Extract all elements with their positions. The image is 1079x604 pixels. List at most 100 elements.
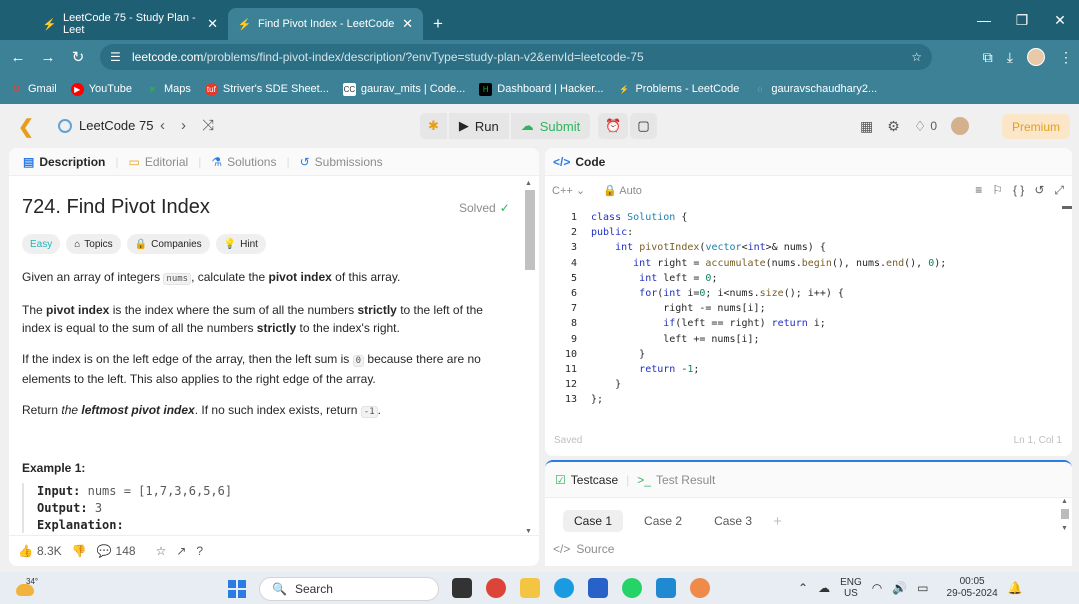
- line-text: int right = accumulate(nums.begin(), num…: [633, 257, 947, 269]
- prev-problem-icon[interactable]: ‹: [160, 117, 165, 134]
- back-icon[interactable]: ←: [3, 49, 33, 66]
- case-tab-3[interactable]: Case 3: [703, 510, 763, 532]
- tab-editorial[interactable]: ▭ Editorial: [122, 155, 194, 169]
- reload-icon[interactable]: ↻: [63, 48, 93, 66]
- scroll-down-icon[interactable]: ▼: [525, 528, 532, 535]
- description-scrollbar[interactable]: ▲ ▼: [524, 180, 536, 535]
- notes-button[interactable]: ▢: [630, 113, 657, 139]
- reset-icon[interactable]: ↺: [1034, 183, 1044, 198]
- battery-icon[interactable]: ▭: [917, 581, 928, 595]
- tab-testcase[interactable]: ☑ Testcase: [555, 473, 618, 487]
- scroll-down-icon[interactable]: ▼: [1061, 525, 1068, 532]
- shuffle-icon[interactable]: ⤨: [202, 117, 214, 134]
- comments-button[interactable]: 💬 148: [97, 544, 136, 558]
- wifi-icon[interactable]: ◠: [872, 581, 882, 595]
- bookmark-gmail[interactable]: M Gmail: [10, 83, 57, 96]
- favorite-star-icon[interactable]: ☆: [156, 544, 167, 558]
- taskbar-search[interactable]: 🔍 Search: [259, 577, 439, 601]
- case-tab-1[interactable]: Case 1: [563, 510, 624, 532]
- bookmark-star-icon[interactable]: ☆: [911, 50, 922, 64]
- windows-start-icon[interactable]: [228, 580, 246, 598]
- file-explorer-icon[interactable]: [520, 578, 540, 598]
- scroll-up-icon[interactable]: ▲: [1061, 498, 1068, 505]
- menu-icon[interactable]: ⋮: [1059, 49, 1073, 66]
- url-bar[interactable]: ☰ leetcode.com /problems/find-pivot-inde…: [100, 44, 932, 70]
- weather-widget[interactable]: 34°: [12, 576, 42, 600]
- thumbs-down-icon[interactable]: 👎: [72, 544, 87, 558]
- add-case-icon[interactable]: +: [773, 513, 782, 530]
- extensions-icon[interactable]: ⧉: [983, 49, 993, 66]
- scrollbar-thumb[interactable]: [1061, 509, 1069, 519]
- submit-button[interactable]: ☁ Submit: [510, 113, 591, 139]
- close-tab-icon[interactable]: ✕: [207, 16, 218, 32]
- code-editor[interactable]: 1 class Solution { 2 public: 3 int pivotIn…: [545, 210, 1072, 407]
- language-select[interactable]: C++ ⌄: [552, 184, 585, 197]
- new-tab-button[interactable]: +: [433, 8, 443, 40]
- tab-solutions[interactable]: ⚗ Solutions: [205, 155, 282, 169]
- bookmark-icon[interactable]: ⚐: [992, 183, 1003, 198]
- share-icon[interactable]: ↗: [176, 544, 186, 558]
- bookmark-hackerrank[interactable]: H Dashboard | Hacker...: [479, 82, 603, 96]
- edge-icon[interactable]: [554, 578, 574, 598]
- bookmark-leetcode[interactable]: ⚡ Problems - LeetCode: [617, 83, 739, 96]
- fullscreen-icon[interactable]: ⤢: [1054, 183, 1064, 198]
- minimize-icon[interactable]: —: [965, 12, 1003, 28]
- pill-label: Hint: [240, 238, 258, 250]
- close-window-icon[interactable]: ✕: [1041, 12, 1079, 29]
- format-icon[interactable]: ≡: [975, 183, 982, 198]
- auto-mode[interactable]: 🔒 Auto: [603, 184, 642, 197]
- hackerrank-icon: H: [479, 82, 493, 96]
- close-tab-icon[interactable]: ✕: [402, 16, 413, 32]
- volume-icon[interactable]: 🔊: [892, 581, 907, 595]
- tab-description[interactable]: ▤ Description: [17, 155, 111, 169]
- study-plan-link[interactable]: LeetCode 75: [58, 118, 153, 133]
- debug-button[interactable]: ✱: [420, 113, 447, 139]
- task-view-icon[interactable]: [452, 578, 472, 598]
- app-icon[interactable]: [690, 578, 710, 598]
- bookmark-youtube[interactable]: ▶ YouTube: [70, 82, 132, 96]
- browser-tab-find-pivot[interactable]: ⚡ Find Pivot Index - LeetCode ✕: [228, 8, 423, 40]
- scrollbar-thumb[interactable]: [525, 190, 535, 270]
- braces-icon[interactable]: { }: [1013, 183, 1024, 198]
- source-link[interactable]: </> Source: [553, 542, 614, 556]
- companies-pill[interactable]: 🔒 Companies: [126, 234, 210, 254]
- vscode-icon[interactable]: [656, 578, 676, 598]
- whatsapp-icon[interactable]: [622, 578, 642, 598]
- bookmark-striver[interactable]: tuf Striver's SDE Sheet...: [204, 82, 329, 96]
- store-icon[interactable]: [588, 578, 608, 598]
- run-button[interactable]: ▶ Run: [448, 113, 509, 139]
- bookmark-profile[interactable]: ◌ gauravschaudhary2...: [753, 83, 878, 96]
- testcase-scrollbar[interactable]: ▲ ▼: [1060, 498, 1070, 532]
- leetcode-logo-icon[interactable]: ❮: [18, 116, 34, 139]
- chrome-icon[interactable]: [486, 578, 506, 598]
- settings-gear-icon[interactable]: ⚙: [887, 118, 900, 135]
- browser-tab-study-plan[interactable]: ⚡ LeetCode 75 - Study Plan - Leet ✕: [33, 8, 228, 40]
- bookmark-maps[interactable]: ✖ Maps: [146, 83, 191, 96]
- language-indicator[interactable]: ENG US: [840, 577, 862, 599]
- help-icon[interactable]: ?: [196, 544, 203, 558]
- streak-icon[interactable]: ♢: [914, 118, 927, 135]
- tab-test-result[interactable]: >_ Test Result: [637, 473, 715, 487]
- hint-pill[interactable]: 💡 Hint: [215, 234, 266, 254]
- forward-icon[interactable]: →: [33, 49, 63, 66]
- layout-icon[interactable]: ▦: [860, 118, 873, 135]
- download-icon[interactable]: ⤓: [1007, 49, 1013, 66]
- scroll-up-icon[interactable]: ▲: [525, 180, 532, 187]
- like-button[interactable]: 👍 8.3K: [18, 544, 62, 558]
- tab-submissions[interactable]: ↺ Submissions: [294, 155, 389, 169]
- topics-pill[interactable]: ⌂ Topics: [66, 234, 121, 254]
- notification-bell-icon[interactable]: 🔔: [1008, 581, 1023, 595]
- case-tab-2[interactable]: Case 2: [633, 510, 693, 532]
- premium-button[interactable]: Premium: [1002, 114, 1070, 139]
- profile-avatar[interactable]: [1027, 48, 1045, 66]
- timer-button[interactable]: ⏰: [598, 113, 629, 139]
- next-problem-icon[interactable]: ›: [181, 117, 186, 134]
- cloud-icon[interactable]: ☁: [818, 581, 830, 595]
- restore-icon[interactable]: ❐: [1003, 12, 1041, 29]
- bookmark-codechef[interactable]: CC gaurav_mits | Code...: [342, 82, 465, 96]
- site-info-icon[interactable]: ☰: [110, 50, 121, 64]
- clock[interactable]: 00:05 29-05-2024: [947, 576, 998, 600]
- user-avatar[interactable]: [951, 117, 970, 135]
- chevron-up-icon[interactable]: ⌃: [798, 581, 808, 595]
- alarm-icon: ⏰: [605, 118, 622, 133]
